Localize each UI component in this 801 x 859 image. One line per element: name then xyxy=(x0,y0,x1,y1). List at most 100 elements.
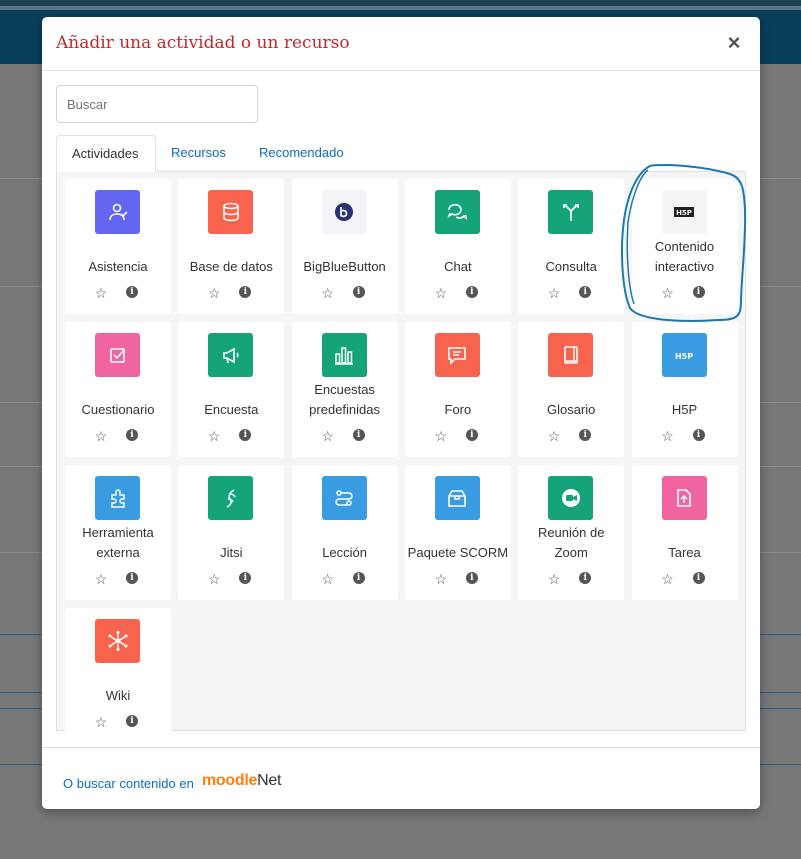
activity-name: Lección xyxy=(322,545,367,560)
activity-card[interactable]: Wiki ☆ i xyxy=(65,608,171,743)
activity-card[interactable]: Herramienta externa ☆ i xyxy=(65,465,171,600)
info-icon[interactable]: i xyxy=(239,572,252,584)
close-button[interactable]: × xyxy=(724,31,744,55)
info-icon[interactable]: i xyxy=(692,572,705,584)
activity-card[interactable]: Cuestionario ☆ i xyxy=(65,322,171,457)
info-icon[interactable]: i xyxy=(126,715,138,727)
forum-icon xyxy=(434,333,480,377)
info-icon[interactable]: i xyxy=(239,286,252,298)
activity-name: Contenido interactivo xyxy=(654,239,715,274)
info-icon[interactable]: i xyxy=(579,572,592,584)
scorm-icon xyxy=(434,476,480,520)
info-icon[interactable]: i xyxy=(126,572,138,584)
database-icon xyxy=(208,190,254,234)
activity-name: Foro xyxy=(444,402,472,417)
info-icon[interactable]: i xyxy=(465,286,478,298)
activity-name: Wiki xyxy=(105,688,131,703)
activity-name: Paquete SCORM xyxy=(407,545,509,560)
star-icon[interactable]: ☆ xyxy=(433,285,449,301)
star-icon[interactable]: ☆ xyxy=(320,285,336,301)
star-icon[interactable]: ☆ xyxy=(660,571,676,587)
star-icon[interactable]: ☆ xyxy=(660,428,676,444)
star-icon[interactable]: ☆ xyxy=(546,571,562,587)
activity-card[interactable]: Glosario ☆ i xyxy=(518,322,625,457)
activity-card[interactable]: Paquete SCORM ☆ i xyxy=(404,465,511,600)
activity-name: Cuestionario xyxy=(81,402,155,417)
activity-name: Encuesta xyxy=(204,402,259,417)
info-icon[interactable]: i xyxy=(126,429,138,441)
activity-card[interactable]: H5P Contenido interactivo ☆ i xyxy=(631,179,738,314)
info-icon[interactable]: i xyxy=(239,429,252,441)
info-icon[interactable]: i xyxy=(692,286,705,298)
activity-name: Consulta xyxy=(545,259,597,274)
star-icon[interactable]: ☆ xyxy=(433,571,449,587)
activity-card[interactable]: Tarea ☆ i xyxy=(631,465,738,600)
star-icon[interactable]: ☆ xyxy=(93,714,109,730)
info-icon[interactable]: i xyxy=(465,572,478,584)
activity-name: Base de datos xyxy=(189,259,273,274)
h5p-icon: H5P xyxy=(661,333,707,377)
assignment-icon xyxy=(661,476,707,520)
activity-card[interactable]: Encuesta ☆ i xyxy=(178,322,285,457)
star-icon[interactable]: ☆ xyxy=(546,428,562,444)
activity-card[interactable]: Consulta ☆ i xyxy=(518,179,625,314)
svg-text:H5P: H5P xyxy=(675,352,693,361)
lesson-icon xyxy=(321,476,367,520)
star-icon[interactable]: ☆ xyxy=(320,428,336,444)
wiki-icon xyxy=(95,619,140,663)
star-icon[interactable]: ☆ xyxy=(206,285,222,301)
attendance-icon xyxy=(95,190,140,234)
activity-name: Glosario xyxy=(546,402,596,417)
info-icon[interactable]: i xyxy=(579,286,592,298)
modal-title: Añadir una actividad o un recurso xyxy=(56,33,350,53)
activity-name: BigBlueButton xyxy=(303,259,386,274)
activity-card[interactable]: Asistencia ☆ i xyxy=(65,179,171,314)
info-icon[interactable]: i xyxy=(352,429,365,441)
info-icon[interactable]: i xyxy=(352,572,365,584)
chat-icon xyxy=(434,190,480,234)
feedback-icon xyxy=(208,333,254,377)
svg-text:H5P: H5P xyxy=(676,209,692,217)
activity-card[interactable]: Base de datos ☆ i xyxy=(178,179,285,314)
activity-card[interactable]: Foro ☆ i xyxy=(404,322,511,457)
jitsi-icon xyxy=(208,476,254,520)
activities-panel: Asistencia ☆ i Base de datos ☆ i BigBlueButton… xyxy=(56,171,746,743)
star-icon[interactable]: ☆ xyxy=(93,571,109,587)
info-icon[interactable]: i xyxy=(692,429,705,441)
survey-icon xyxy=(321,333,367,377)
activity-name: Jitsi xyxy=(220,545,243,560)
activity-card[interactable]: H5P H5P ☆ i xyxy=(631,322,738,457)
activity-card[interactable]: Encuestas predefinidas ☆ i xyxy=(291,322,398,457)
tab-resources[interactable]: Recursos xyxy=(156,135,244,171)
tab-activities[interactable]: Actividades xyxy=(56,135,156,172)
moodlenet-logo[interactable]: moodleNet xyxy=(202,772,281,790)
activity-card[interactable]: Chat ☆ i xyxy=(404,179,511,314)
activity-card[interactable]: Reunión de Zoom ☆ i xyxy=(518,465,625,600)
activity-card[interactable]: Jitsi ☆ i xyxy=(178,465,285,600)
tab-recommended[interactable]: Recomendado xyxy=(244,135,360,171)
star-icon[interactable]: ☆ xyxy=(320,571,336,587)
star-icon[interactable]: ☆ xyxy=(433,428,449,444)
activity-card[interactable]: BigBlueButton ☆ i xyxy=(291,179,398,314)
info-icon[interactable]: i xyxy=(465,429,478,441)
star-icon[interactable]: ☆ xyxy=(93,428,109,444)
star-icon[interactable]: ☆ xyxy=(546,285,562,301)
tab-list: Actividades Recursos Recomendado xyxy=(56,135,746,172)
activity-name: Tarea xyxy=(668,545,701,560)
info-icon[interactable]: i xyxy=(579,429,592,441)
star-icon[interactable]: ☆ xyxy=(93,285,109,301)
activity-card[interactable]: Lección ☆ i xyxy=(291,465,398,600)
info-icon[interactable]: i xyxy=(126,286,138,298)
zoom-icon xyxy=(548,476,594,520)
quiz-icon xyxy=(95,333,140,377)
search-input[interactable] xyxy=(56,85,258,123)
star-icon[interactable]: ☆ xyxy=(206,428,222,444)
choice-icon xyxy=(548,190,594,234)
h5p-activity-icon: H5P xyxy=(661,190,707,234)
star-icon[interactable]: ☆ xyxy=(206,571,222,587)
star-icon[interactable]: ☆ xyxy=(660,285,676,301)
activity-name: Herramienta externa xyxy=(82,525,154,560)
modal-header: Añadir una actividad o un recurso × xyxy=(42,17,760,71)
info-icon[interactable]: i xyxy=(352,286,365,298)
moodlenet-link[interactable]: O buscar contenido en xyxy=(63,776,194,791)
